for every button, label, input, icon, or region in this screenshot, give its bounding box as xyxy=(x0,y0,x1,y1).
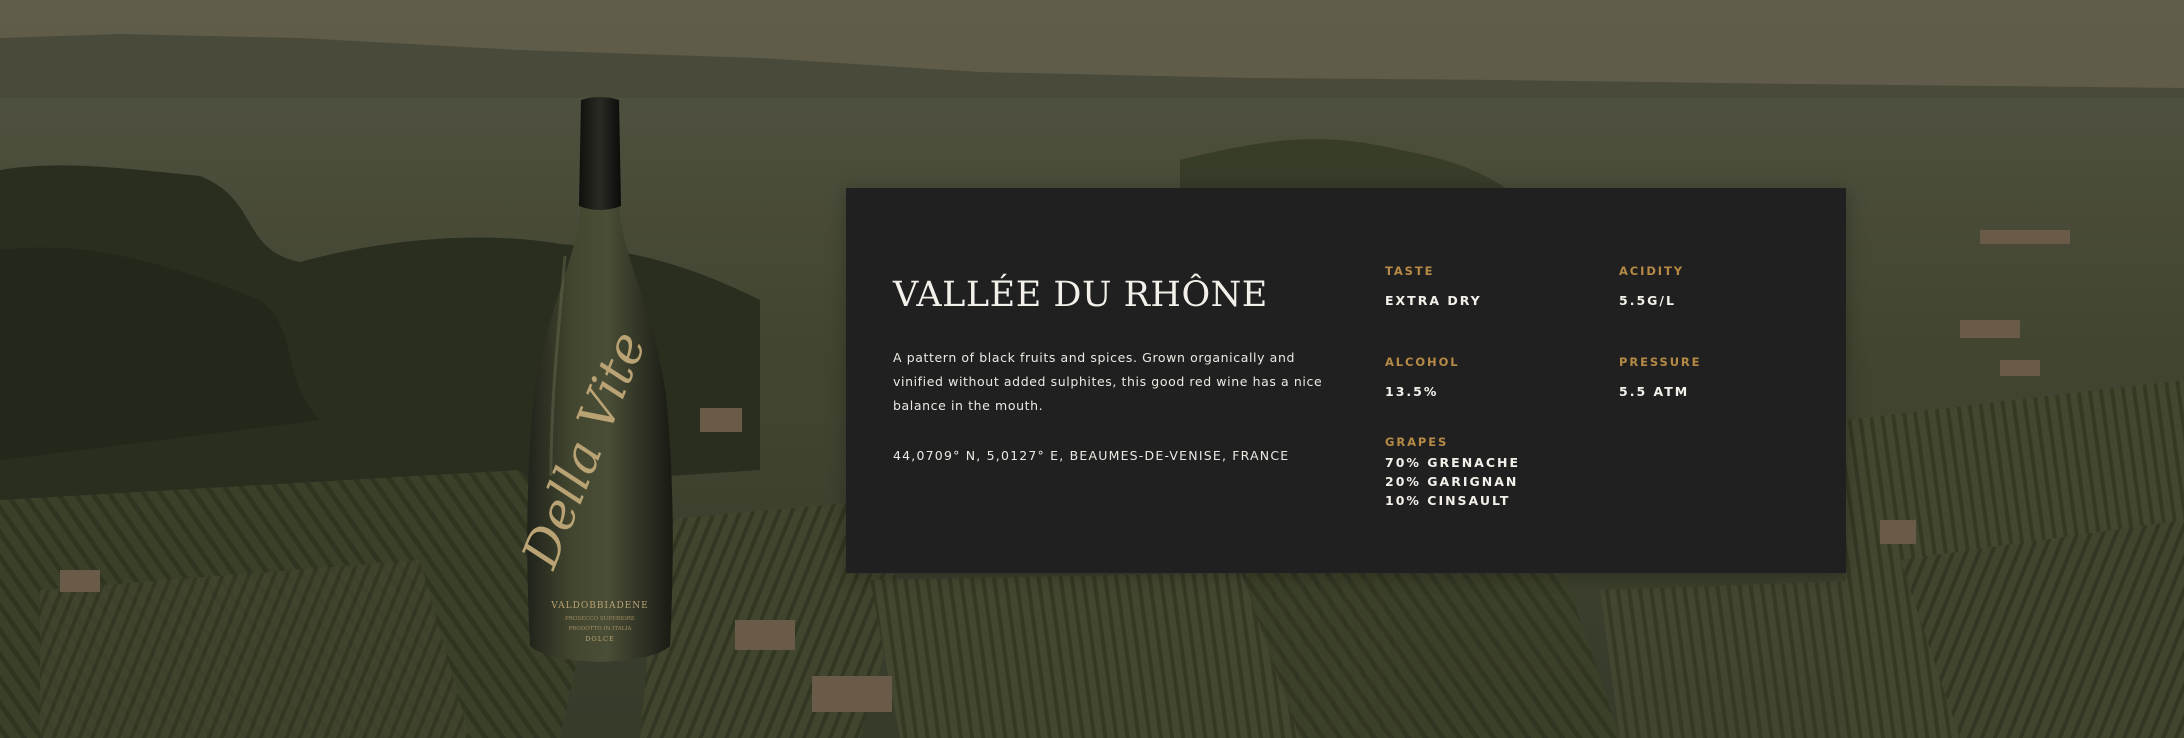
wine-bottle-image: Della Vite VALDOBBIADENE PROSECCO SUPERI… xyxy=(510,97,673,662)
grape-item-grenache: 70% GRENACHE xyxy=(1385,455,1521,470)
spec-acidity-label: ACIDITY xyxy=(1619,264,1684,278)
spec-pressure-label: PRESSURE xyxy=(1619,355,1702,369)
wine-description: A pattern of black fruits and spices. Gr… xyxy=(893,350,1323,413)
bottle-label-line-2: PROSECCO SUPERIORE xyxy=(565,616,635,622)
hero-section: Della Vite VALDOBBIADENE PROSECCO SUPERI… xyxy=(0,0,2184,738)
bottle-label-line-1: VALDOBBIADENE xyxy=(550,601,648,611)
spec-alcohol-label: ALCOHOL xyxy=(1385,355,1460,369)
spec-taste-label: TASTE xyxy=(1385,264,1435,278)
spec-pressure: PRESSURE 5.5 ATM xyxy=(1619,354,1701,400)
wine-info-card: VALLÉE DU RHÔNE A pattern of black fruit… xyxy=(846,188,1846,573)
spec-grapes-label: GRAPES xyxy=(1385,435,1449,449)
bottle-foil-capsule xyxy=(579,97,621,210)
spec-acidity-value: 5.5G/L xyxy=(1619,293,1676,308)
wine-location-coordinates: 44,0709° N, 5,0127° E, BEAUMES-DE-VENISE… xyxy=(893,448,1290,463)
grape-item-garignan: 20% GARIGNAN xyxy=(1385,474,1519,489)
spec-taste: TASTE EXTRA DRY xyxy=(1385,263,1482,309)
grapes-list: 70% GRENACHE 20% GARIGNAN 10% CINSAULT xyxy=(1385,453,1520,510)
bottle-label-line-3: PRODOTTO IN ITALIA xyxy=(568,626,632,632)
spec-alcohol-value: 13.5% xyxy=(1385,384,1439,399)
wine-region-title: VALLÉE DU RHÔNE xyxy=(893,275,1268,315)
spec-grapes: GRAPES 70% GRENACHE 20% GARIGNAN 10% CIN… xyxy=(1385,434,1520,510)
spec-taste-value: EXTRA DRY xyxy=(1385,293,1482,308)
grape-item-cinsault: 10% CINSAULT xyxy=(1385,493,1511,508)
spec-acidity: ACIDITY 5.5G/L xyxy=(1619,263,1684,309)
spec-alcohol: ALCOHOL 13.5% xyxy=(1385,354,1459,400)
spec-pressure-value: 5.5 ATM xyxy=(1619,384,1690,399)
bottle-label-line-4: DOLCE xyxy=(585,635,615,643)
